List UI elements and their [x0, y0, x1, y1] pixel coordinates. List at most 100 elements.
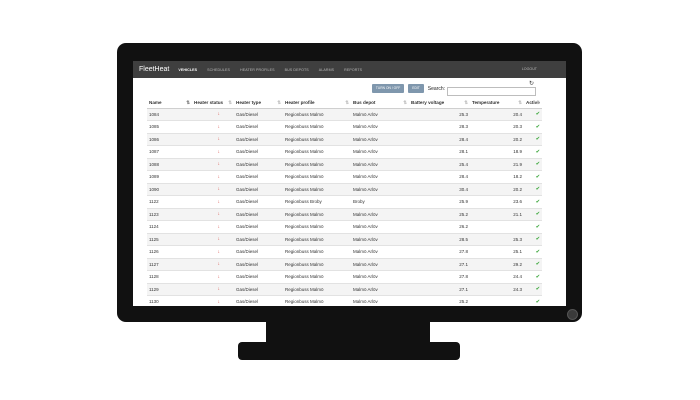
sort-icon[interactable]: ⇅ [345, 100, 349, 106]
nav-vehicles[interactable]: VEHICLES [178, 68, 197, 72]
table-row[interactable]: 1089 ↓ Gas/Diesel Regionbuss Malmö Malmö Arl… [147, 170, 542, 184]
cell-battery-voltage: 28.1 [409, 145, 470, 159]
check-icon: ✔ [535, 111, 540, 118]
cell-bus-depot: Malmö Arlöv [351, 108, 409, 121]
col-name[interactable]: Name ⇅ [147, 97, 192, 109]
cell-heater-status: ↓ [192, 283, 234, 296]
edit-button[interactable]: EDIT [408, 84, 424, 93]
cell-temperature: 29.2 [470, 258, 524, 271]
check-icon: ✔ [535, 298, 540, 305]
sort-icon[interactable]: ⇅ [228, 100, 232, 106]
cell-battery-voltage: 28.5 [409, 233, 470, 246]
table-row[interactable]: 1124 ↓ Gas/Diesel Regionbuss Malmö Malmö Arl… [147, 220, 542, 234]
cell-heater-type: Gas/Diesel [234, 133, 283, 146]
arrow-down-icon: ↓ [217, 198, 221, 205]
cell-active: ✔ [524, 170, 542, 184]
cell-active: ✔ [524, 133, 542, 146]
table-row[interactable]: 1090 ↓ Gas/Diesel Regionbuss Malmö Malmö Arl… [147, 183, 542, 196]
table-row[interactable]: 1126 ↓ Gas/Diesel Regionbuss Malmö Malmö Arl… [147, 245, 542, 259]
refresh-icon[interactable]: ↻ [529, 80, 534, 88]
table-row[interactable]: 1128 ↓ Gas/Diesel Regionbuss Malmö Malmö Arl… [147, 270, 542, 284]
sort-icon[interactable]: ⇅ [518, 100, 522, 106]
arrow-down-icon: ↓ [217, 111, 221, 118]
cell-battery-voltage: 25.4 [409, 158, 470, 171]
cell-active: ✔ [524, 220, 542, 234]
navbar: FleetHeat VEHICLES SCHEDULES HEATER PROF… [133, 61, 566, 78]
table-row[interactable]: 1086 ↓ Gas/Diesel Regionbuss Malmö Malmö Arl… [147, 133, 542, 146]
col-temperature[interactable]: Temperature ⇅ [470, 97, 524, 109]
cell-active: ✔ [524, 183, 542, 196]
cell-temperature: 25.1 [470, 245, 524, 259]
cell-heater-status: ↓ [192, 195, 234, 209]
table-row[interactable]: 1123 ↓ Gas/Diesel Regionbuss Malmö Malmö Arl… [147, 208, 542, 221]
sort-icon[interactable]: ⇅ [464, 100, 468, 106]
nav-bus-depots[interactable]: BUS DEPOTS [285, 68, 309, 72]
cell-bus-depot: Malmö Arlöv [351, 133, 409, 146]
arrow-down-icon: ↓ [217, 286, 221, 293]
cell-active: ✔ [524, 145, 542, 159]
nav-schedules[interactable]: SCHEDULES [207, 68, 230, 72]
logout-link[interactable]: LOGOUT [522, 67, 537, 71]
sort-icon[interactable]: ⇅ [536, 100, 540, 106]
cell-heater-type: Gas/Diesel [234, 195, 283, 209]
cell-temperature: 25.3 [470, 233, 524, 246]
cell-temperature [470, 220, 524, 234]
table-row[interactable]: 1127 ↓ Gas/Diesel Regionbuss Malmö Malmö Arl… [147, 258, 542, 271]
cell-name: 1122 [147, 195, 192, 209]
search-input[interactable] [447, 86, 536, 96]
cell-heater-type: Gas/Diesel [234, 145, 283, 159]
cell-heater-status: ↓ [192, 233, 234, 246]
cell-heater-profile: Regionbuss Malmö [283, 158, 351, 171]
cell-heater-status: ↓ [192, 133, 234, 146]
nav-alarms[interactable]: ALARMS [319, 68, 334, 72]
cell-heater-type: Gas/Diesel [234, 120, 283, 134]
cell-bus-depot: Malmö Arlöv [351, 258, 409, 271]
col-battery-voltage[interactable]: Battery voltage ⇅ [409, 97, 470, 109]
cell-heater-profile: Regionbuss Malmö [283, 220, 351, 234]
table-row[interactable]: 1122 ↓ Gas/Diesel Regionbuss Broby Broby 25.9… [147, 195, 542, 209]
check-icon: ✔ [535, 123, 540, 130]
turn-on-off-button[interactable]: TURN ON / OFF [371, 84, 405, 93]
sort-icon[interactable]: ⇅ [186, 100, 190, 106]
cell-battery-voltage: 25.2 [409, 208, 470, 221]
cell-temperature: 23.6 [470, 195, 524, 209]
cell-active: ✔ [524, 233, 542, 246]
cell-heater-type: Gas/Diesel [234, 233, 283, 246]
cell-battery-voltage: 28.4 [409, 133, 470, 146]
table-row[interactable]: 1130 ↓ Gas/Diesel Regionbuss Malmö Malmö Arl… [147, 295, 542, 306]
check-icon: ✔ [535, 236, 540, 243]
cell-active: ✔ [524, 245, 542, 259]
arrow-down-icon: ↓ [217, 186, 221, 193]
arrow-down-icon: ↓ [217, 298, 221, 305]
cell-heater-type: Gas/Diesel [234, 258, 283, 271]
col-heater-type[interactable]: Heater type ⇅ [234, 97, 283, 109]
nav-heater-profiles[interactable]: HEATER PROFILES [240, 68, 275, 72]
table-row[interactable]: 1129 ↓ Gas/Diesel Regionbuss Malmö Malmö Arl… [147, 283, 542, 296]
arrow-down-icon: ↓ [217, 236, 221, 243]
col-heater-status[interactable]: Heater status ⇅ [192, 97, 234, 109]
col-active[interactable]: Active ⇅ [524, 97, 542, 109]
cell-active: ✔ [524, 208, 542, 221]
check-icon: ✔ [535, 286, 540, 293]
nav-reports[interactable]: REPORTS [344, 68, 362, 72]
cell-bus-depot: Malmö Arlöv [351, 170, 409, 184]
brand-title[interactable]: FleetHeat [139, 66, 169, 73]
table-row[interactable]: 1085 ↓ Gas/Diesel Regionbuss Malmö Malmö Arl… [147, 120, 542, 134]
table-row[interactable]: 1087 ↓ Gas/Diesel Regionbuss Malmö Malmö Arl… [147, 145, 542, 159]
arrow-down-icon: ↓ [217, 261, 221, 268]
table-row[interactable]: 1088 ↓ Gas/Diesel Regionbuss Malmö Malmö Arl… [147, 158, 542, 171]
cell-bus-depot: Malmö Arlöv [351, 208, 409, 221]
col-heater-profile[interactable]: Heater profile ⇅ [283, 97, 351, 109]
col-bus-depot[interactable]: Bus depot ⇅ [351, 97, 409, 109]
power-button [567, 309, 578, 320]
cell-heater-status: ↓ [192, 183, 234, 196]
table-row[interactable]: 1084 ↓ Gas/Diesel Regionbuss Malmö Malmö Arl… [147, 108, 542, 121]
sort-icon[interactable]: ⇅ [277, 100, 281, 106]
cell-heater-type: Gas/Diesel [234, 208, 283, 221]
cell-heater-profile: Regionbuss Malmö [283, 183, 351, 196]
table-row[interactable]: 1125 ↓ Gas/Diesel Regionbuss Malmö Malmö Arl… [147, 233, 542, 246]
cell-heater-profile: Regionbuss Malmö [283, 283, 351, 296]
cell-name: 1127 [147, 258, 192, 271]
cell-active: ✔ [524, 295, 542, 306]
sort-icon[interactable]: ⇅ [403, 100, 407, 106]
